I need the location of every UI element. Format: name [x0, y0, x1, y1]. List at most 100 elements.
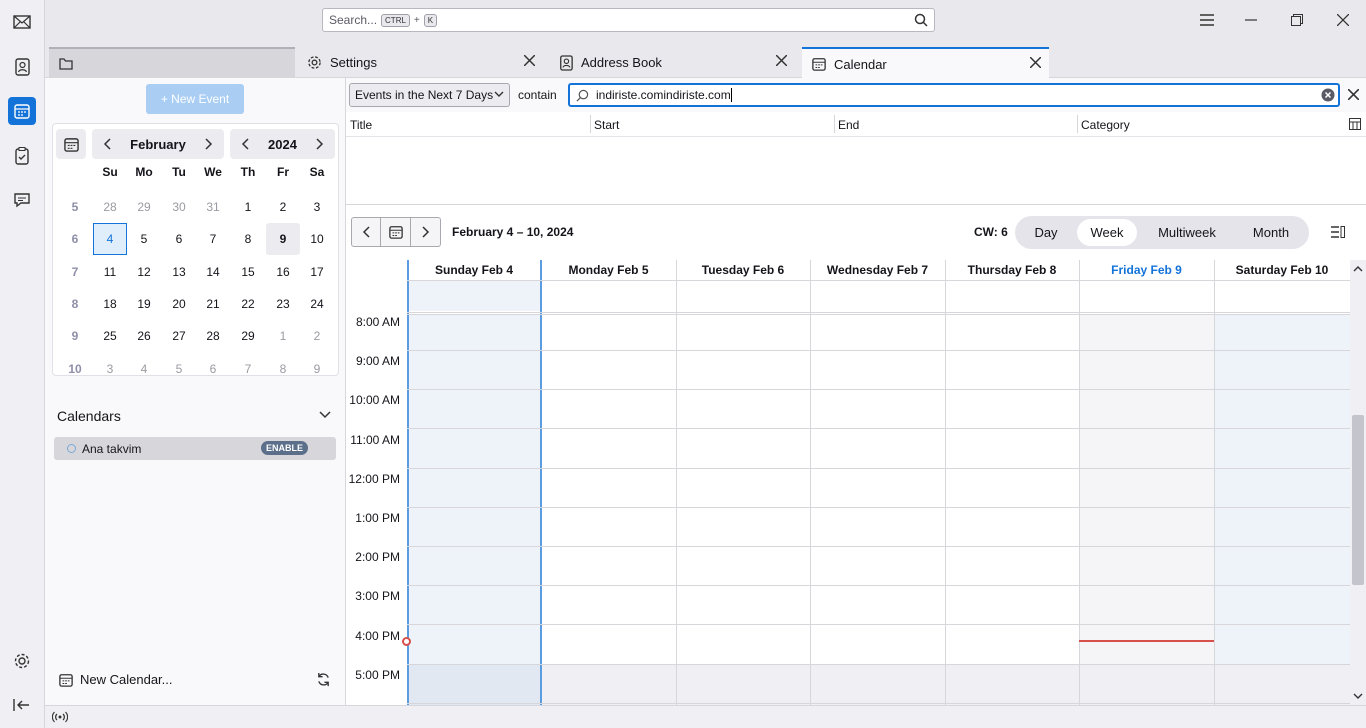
search-input[interactable]: Search... CTRL + K	[322, 8, 935, 32]
day-column-header[interactable]: Tuesday Feb 6	[676, 260, 810, 280]
day-cell[interactable]: 9	[266, 223, 300, 256]
day-cell[interactable]: 13	[162, 256, 196, 288]
prev-week-icon[interactable]	[351, 217, 381, 247]
mail-icon[interactable]	[8, 8, 36, 36]
tasks-icon[interactable]	[8, 142, 36, 170]
day-column-header[interactable]: Monday Feb 5	[541, 260, 676, 280]
scrollbar[interactable]	[1350, 260, 1366, 705]
day-column-header[interactable]: Sunday Feb 4	[407, 260, 541, 280]
collapse-icon[interactable]	[8, 691, 36, 719]
refresh-icon[interactable]	[316, 672, 331, 687]
day-column[interactable]	[945, 314, 1079, 705]
day-column[interactable]	[407, 314, 541, 705]
day-cell[interactable]: 7	[231, 353, 265, 385]
day-column-header[interactable]: Saturday Feb 10	[1214, 260, 1350, 280]
close-icon[interactable]	[776, 55, 787, 66]
day-cell[interactable]: 2	[300, 320, 334, 352]
day-cell[interactable]: 1	[231, 191, 265, 223]
menu-icon[interactable]	[1197, 10, 1217, 30]
day-cell[interactable]: 4	[93, 223, 127, 256]
next-year-icon[interactable]	[305, 129, 335, 159]
day-column-header[interactable]: Wednesday Feb 7	[810, 260, 945, 280]
day-cell[interactable]: 30	[162, 191, 196, 223]
tab-address-book[interactable]: Address Book	[549, 47, 795, 78]
day-cell[interactable]: 12	[127, 256, 161, 288]
scroll-thumb[interactable]	[1352, 415, 1364, 585]
close-window-icon[interactable]	[1333, 10, 1353, 30]
search-icon[interactable]	[914, 13, 928, 27]
day-cell[interactable]: 24	[300, 288, 334, 320]
day-cell[interactable]: 18	[93, 288, 127, 320]
day-cell[interactable]: 15	[231, 256, 265, 288]
day-cell[interactable]: 1	[266, 320, 300, 352]
scroll-up-icon[interactable]	[1353, 265, 1363, 272]
tab-folder[interactable]	[49, 47, 295, 78]
day-column[interactable]	[541, 314, 676, 705]
day-cell[interactable]: 7	[196, 223, 230, 255]
address-book-icon[interactable]	[8, 53, 36, 81]
day-column[interactable]	[1079, 314, 1214, 705]
day-cell[interactable]: 29	[127, 191, 161, 223]
close-filter-icon[interactable]	[1348, 89, 1359, 100]
clear-icon[interactable]	[1321, 88, 1335, 102]
day-column[interactable]	[810, 314, 945, 705]
day-cell[interactable]: 9	[300, 353, 334, 385]
close-icon[interactable]	[1030, 57, 1041, 68]
minimize-icon[interactable]	[1241, 10, 1261, 30]
col-category[interactable]: Category	[1081, 118, 1130, 132]
day-cell[interactable]: 22	[231, 288, 265, 320]
prev-year-icon[interactable]	[230, 129, 260, 159]
enable-button[interactable]: ENABLE	[260, 441, 308, 455]
prev-month-icon[interactable]	[92, 129, 122, 159]
chevron-down-icon[interactable]	[319, 411, 331, 419]
day-cell[interactable]: 28	[196, 320, 230, 352]
day-cell[interactable]: 20	[162, 288, 196, 320]
day-cell[interactable]: 6	[196, 353, 230, 385]
view-tab-multiweek[interactable]: Multiweek	[1142, 219, 1232, 246]
day-cell[interactable]: 8	[231, 223, 265, 255]
new-calendar-button[interactable]: New Calendar...	[59, 672, 173, 687]
day-cell[interactable]: 5	[162, 353, 196, 385]
tab-calendar[interactable]: Calendar	[802, 47, 1049, 79]
day-cell[interactable]: 16	[266, 256, 300, 288]
today-icon[interactable]	[381, 217, 411, 247]
day-cell[interactable]: 5	[127, 223, 161, 255]
day-cell[interactable]: 21	[196, 288, 230, 320]
view-tab-week[interactable]: Week	[1077, 219, 1137, 246]
day-cell[interactable]: 6	[162, 223, 196, 255]
scroll-down-icon[interactable]	[1353, 693, 1363, 700]
day-cell[interactable]: 3	[93, 353, 127, 385]
allday-cell[interactable]	[407, 280, 541, 311]
view-tab-month[interactable]: Month	[1237, 219, 1305, 246]
new-event-button[interactable]: + New Event	[146, 84, 244, 114]
column-picker-icon[interactable]	[1349, 118, 1361, 130]
day-cell[interactable]: 8	[266, 353, 300, 385]
chat-icon[interactable]	[8, 186, 36, 214]
day-column-header[interactable]: Thursday Feb 8	[945, 260, 1079, 280]
settings-icon[interactable]	[8, 647, 36, 675]
restore-icon[interactable]	[1287, 10, 1307, 30]
day-cell[interactable]: 31	[196, 191, 230, 223]
day-cell[interactable]: 27	[162, 320, 196, 352]
day-cell[interactable]: 25	[93, 320, 127, 352]
day-cell[interactable]: 2	[266, 191, 300, 223]
tab-settings[interactable]: Settings	[297, 47, 543, 78]
col-start[interactable]: Start	[594, 118, 619, 132]
view-tab-day[interactable]: Day	[1018, 219, 1074, 246]
day-cell[interactable]: 23	[266, 288, 300, 320]
day-cell[interactable]: 14	[196, 256, 230, 288]
col-end[interactable]: End	[838, 118, 859, 132]
day-column[interactable]	[676, 314, 810, 705]
day-cell[interactable]: 29	[231, 320, 265, 352]
next-week-icon[interactable]	[411, 217, 441, 247]
col-title[interactable]: Title	[350, 118, 372, 132]
calendar-icon[interactable]	[8, 97, 36, 125]
today-icon[interactable]	[56, 129, 86, 159]
day-cell[interactable]: 26	[127, 320, 161, 352]
next-month-icon[interactable]	[194, 129, 224, 159]
event-filter-select[interactable]: Events in the Next 7 Days	[349, 83, 510, 107]
day-cell[interactable]: 28	[93, 191, 127, 223]
calendar-list-item[interactable]: Ana takvim ENABLE	[54, 437, 336, 460]
close-icon[interactable]	[524, 55, 535, 66]
day-cell[interactable]: 17	[300, 256, 334, 288]
